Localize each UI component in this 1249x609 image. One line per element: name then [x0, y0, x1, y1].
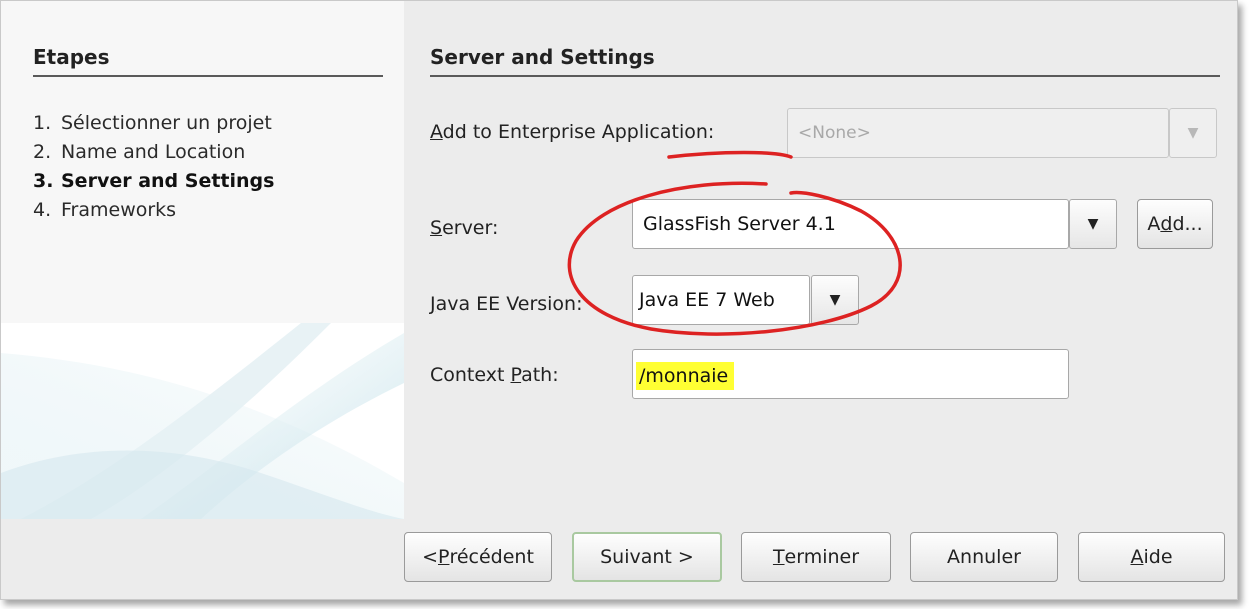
dropdown-arrow-icon[interactable]: ▼: [1069, 199, 1117, 249]
step-number: 2.: [33, 141, 52, 163]
step-item-server-settings: 3. Server and Settings: [33, 167, 274, 196]
section-divider: [430, 75, 1220, 77]
help-button[interactable]: Aide: [1078, 532, 1225, 582]
step-label: Sélectionner un projet: [61, 112, 272, 134]
step-item-name-location: 2. Name and Location: [33, 138, 274, 167]
wizard-dialog: Etapes 1. Sélectionner un projet 2. Name a…: [0, 0, 1238, 600]
context-path-label: Context Path:: [430, 364, 559, 386]
previous-button[interactable]: < Précédent: [404, 532, 552, 582]
server-label: Server:: [430, 217, 499, 239]
step-label: Name and Location: [61, 141, 246, 163]
step-number: 3.: [33, 170, 54, 192]
step-item-frameworks: 4. Frameworks: [33, 196, 274, 225]
java-ee-version-select[interactable]: Java EE 7 Web: [632, 275, 810, 325]
enterprise-app-label: Add to Enterprise Application:: [430, 121, 715, 143]
context-path-input[interactable]: /monnaie: [632, 349, 1069, 399]
next-button[interactable]: Suivant >: [572, 532, 722, 582]
settings-panel: Server and Settings Add to Enterprise Ap…: [404, 1, 1237, 519]
step-number: 4.: [33, 199, 52, 221]
steps-panel: Etapes 1. Sélectionner un projet 2. Name a…: [1, 1, 404, 519]
finish-button[interactable]: Terminer: [741, 532, 891, 582]
step-item-select-project: 1. Sélectionner un projet: [33, 109, 274, 138]
cancel-button[interactable]: Annuler: [910, 532, 1058, 582]
decorative-swoosh-image: [1, 323, 404, 519]
enterprise-app-select: <None>: [787, 108, 1169, 158]
step-label: Frameworks: [61, 199, 177, 221]
step-number: 1.: [33, 112, 52, 134]
server-select[interactable]: GlassFish Server 4.1: [632, 199, 1069, 249]
dropdown-arrow-icon[interactable]: ▼: [811, 275, 859, 325]
steps-title: Etapes: [33, 45, 110, 69]
dropdown-arrow-icon: ▼: [1169, 108, 1217, 158]
java-ee-version-label: Java EE Version:: [430, 293, 583, 315]
step-label: Server and Settings: [61, 170, 275, 192]
steps-list: 1. Sélectionner un projet 2. Name and Loca…: [33, 109, 274, 225]
add-server-button[interactable]: Ad d...: [1137, 199, 1213, 249]
section-title: Server and Settings: [430, 45, 655, 69]
context-path-value: /monnaie: [636, 362, 735, 390]
steps-divider: [33, 75, 383, 77]
